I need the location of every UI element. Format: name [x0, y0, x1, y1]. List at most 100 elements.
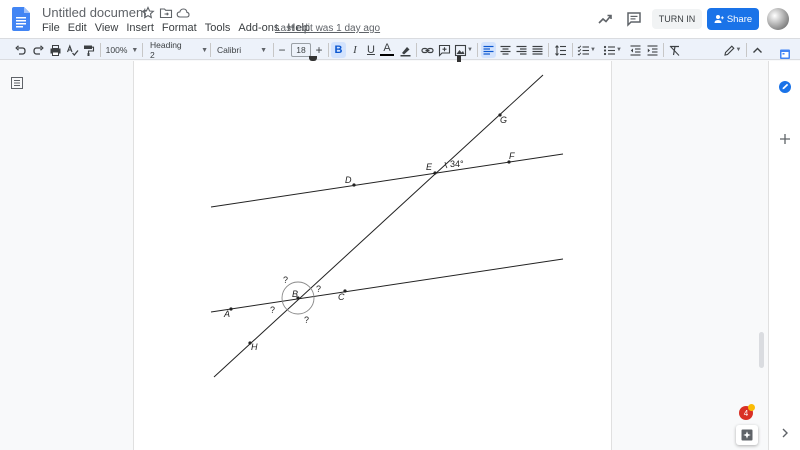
move-folder-icon[interactable]: [159, 6, 173, 20]
caret-down-icon: ▼: [260, 46, 268, 54]
redo-icon: [32, 44, 44, 55]
label-g: G: [500, 115, 507, 125]
toolbar-divider: [746, 43, 747, 57]
point-d: [352, 183, 356, 187]
toolbar-divider: [273, 43, 274, 57]
italic-button[interactable]: I: [348, 42, 362, 58]
comment-history-icon[interactable]: [626, 11, 642, 27]
font-family-value: Calibri: [217, 45, 242, 55]
tasks-icon[interactable]: [778, 80, 792, 94]
cloud-status-icon[interactable]: [176, 6, 190, 20]
font-family-dropdown[interactable]: Calibri ▼: [214, 42, 272, 58]
chevron-right-icon[interactable]: [778, 426, 792, 440]
menu-tools[interactable]: Tools: [205, 22, 231, 34]
caret-down-icon: ▼: [201, 46, 208, 54]
redo-button[interactable]: [30, 42, 46, 58]
activity-trend-icon[interactable]: [597, 11, 613, 27]
add-addon-icon[interactable]: [778, 132, 792, 146]
docs-logo-icon[interactable]: [12, 7, 30, 31]
toolbar-divider: [572, 43, 573, 57]
zoom-dropdown[interactable]: 100% ▼: [104, 42, 140, 58]
title-bar: Untitled document File Edit View Insert …: [0, 0, 800, 38]
bulleted-list-button[interactable]: ▼: [601, 42, 624, 58]
hide-menus-button[interactable]: [750, 42, 764, 58]
bold-button[interactable]: B: [331, 42, 346, 58]
font-size-input[interactable]: 18: [291, 43, 311, 57]
star-icon[interactable]: [141, 6, 155, 20]
image-icon: [454, 44, 467, 56]
document-canvas: A B C D E F G H 34° ? ? ? ?: [0, 56, 768, 450]
align-right-button[interactable]: [514, 42, 529, 58]
explore-icon: [741, 429, 753, 441]
align-right-icon: [516, 45, 527, 55]
line-spacing-icon: [554, 44, 566, 56]
turn-in-button[interactable]: TURN IN: [652, 9, 702, 29]
add-comment-button[interactable]: [437, 42, 452, 58]
highlighter-icon: [400, 46, 410, 56]
increase-indent-button[interactable]: [645, 42, 660, 58]
label-d: D: [345, 175, 352, 185]
clear-formatting-button[interactable]: [667, 42, 682, 58]
toolbar-divider: [416, 43, 417, 57]
document-outline-icon[interactable]: [10, 76, 24, 90]
vertical-scrollbar-thumb[interactable]: [759, 332, 764, 368]
transversal-line: [213, 74, 544, 378]
menu-edit[interactable]: Edit: [68, 22, 87, 34]
checklist-button[interactable]: ▼: [575, 42, 598, 58]
highlight-color-button[interactable]: [398, 42, 412, 58]
justify-icon: [532, 45, 543, 55]
menu-view[interactable]: View: [95, 22, 119, 34]
toolbar-divider: [100, 43, 101, 57]
align-left-icon: [483, 45, 494, 55]
menu-addons[interactable]: Add-ons: [238, 22, 279, 34]
toolbar-divider: [210, 43, 211, 57]
document-page[interactable]: A B C D E F G H 34° ? ? ? ?: [133, 56, 612, 450]
toolbar-divider: [548, 43, 549, 57]
justify-button[interactable]: [530, 42, 545, 58]
insert-link-button[interactable]: [420, 42, 435, 58]
caret-down-icon: ▼: [590, 47, 596, 53]
checklist-icon: [577, 45, 590, 56]
explore-button[interactable]: [736, 425, 758, 445]
unknown-angle-label: ?: [316, 284, 321, 294]
decrease-indent-button[interactable]: [628, 42, 643, 58]
caret-down-icon: ▼: [131, 46, 139, 54]
paint-format-icon: [83, 45, 94, 56]
clear-formatting-icon: [669, 45, 680, 56]
calendar-icon[interactable]: [778, 47, 792, 61]
last-edit-link[interactable]: Last edit was 1 day ago: [275, 23, 380, 34]
spellcheck-button[interactable]: [64, 42, 80, 58]
add-comment-icon: [438, 44, 451, 57]
line-spacing-button[interactable]: [552, 42, 568, 58]
document-title[interactable]: Untitled document: [42, 5, 147, 20]
increase-indent-icon: [647, 44, 658, 56]
align-center-button[interactable]: [498, 42, 513, 58]
decrease-font-size-button[interactable]: −: [276, 42, 288, 58]
underline-button[interactable]: U: [364, 42, 378, 58]
share-button[interactable]: Share: [707, 8, 759, 30]
toolbar-divider: [663, 43, 664, 57]
bulleted-list-icon: [603, 45, 616, 55]
paragraph-style-value: Heading 2: [150, 40, 182, 60]
menu-file[interactable]: File: [42, 22, 60, 34]
undo-icon: [14, 44, 26, 55]
caret-down-icon: ▼: [735, 47, 742, 53]
align-left-button[interactable]: [481, 42, 496, 58]
paint-format-button[interactable]: [80, 42, 96, 58]
print-button[interactable]: [47, 42, 63, 58]
toolbar-divider: [477, 43, 478, 57]
text-color-button[interactable]: A: [380, 42, 394, 56]
paragraph-style-dropdown[interactable]: Heading 2 ▼: [146, 40, 208, 60]
label-b: B: [292, 289, 298, 299]
label-f: F: [509, 151, 515, 161]
undo-button[interactable]: [12, 42, 28, 58]
editing-mode-button[interactable]: ▼: [720, 42, 744, 58]
account-avatar[interactable]: [767, 8, 789, 30]
label-e: E: [426, 162, 433, 172]
notification-star-dot: [748, 404, 755, 411]
caret-down-icon: ▼: [467, 47, 473, 53]
menu-insert[interactable]: Insert: [126, 22, 154, 34]
menu-format[interactable]: Format: [162, 22, 197, 34]
label-c: C: [338, 292, 345, 302]
share-label: Share: [726, 13, 753, 25]
